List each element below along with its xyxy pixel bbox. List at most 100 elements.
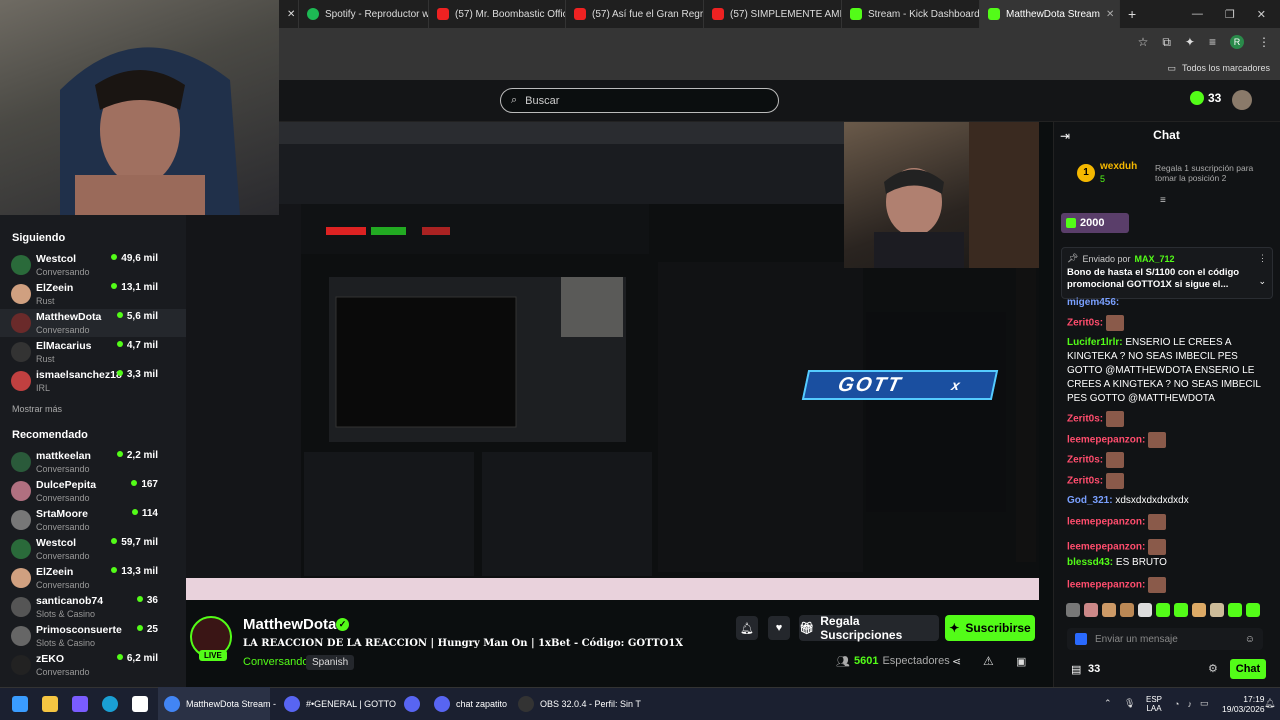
emote-icon[interactable] xyxy=(1192,603,1206,617)
sidebar-channel-westcol[interactable]: Westcol Conversando 59,7 mil xyxy=(0,535,186,563)
close-icon[interactable]: ✕ xyxy=(1106,9,1114,20)
sidebar-channel-primosconsuerte[interactable]: Primosconsuerte Slots & Casino 25 xyxy=(0,622,186,650)
sidebar-channel-dulcepepita[interactable]: DulcePepita Conversando 167 xyxy=(0,477,186,505)
pinned-message[interactable]: 📌︎ Enviado por MAX_712 ⋮ Bono de hasta e… xyxy=(1061,247,1273,299)
chevron-down-icon[interactable]: ⌄ xyxy=(1258,276,1266,287)
profile-card-icon[interactable]: ▣ xyxy=(1016,655,1026,668)
media-icon[interactable]: ≡ xyxy=(1209,35,1216,49)
menu-icon[interactable]: ⋮ xyxy=(1258,35,1270,49)
chat-username[interactable]: Zerit0s: xyxy=(1067,476,1103,487)
all-bookmarks-link[interactable]: Todos los marcadores xyxy=(1182,63,1270,73)
heart-icon[interactable]: ♥ xyxy=(768,616,790,640)
channel-category: Conversando xyxy=(36,580,90,590)
user-avatar[interactable] xyxy=(1232,90,1252,110)
share-icon[interactable]: ⋖ xyxy=(952,655,961,668)
chat-username[interactable]: leemepepanzon: xyxy=(1067,542,1145,553)
file-explorer-icon[interactable] xyxy=(36,687,64,720)
gift-subscriptions-button[interactable]: 🎁︎ Regala Suscripciones xyxy=(799,614,939,642)
tab-youtube-1[interactable]: (57) Mr. Boombastic Offic xyxy=(429,0,566,28)
emote-icon[interactable] xyxy=(1246,603,1260,617)
channel-name[interactable]: MatthewDota xyxy=(243,616,336,633)
star-icon[interactable]: ☆ xyxy=(1138,35,1149,49)
store-icon[interactable] xyxy=(126,687,154,720)
language-indicator[interactable]: ESP LAA xyxy=(1140,687,1168,720)
emote-icon[interactable] xyxy=(1228,603,1242,617)
chat-username[interactable]: Lucifer1lrlr: xyxy=(1067,337,1123,348)
chat-username[interactable]: migem456: xyxy=(1067,297,1119,308)
top-gifter-name[interactable]: wexduh xyxy=(1100,161,1137,172)
taskbar-app-3[interactable]: chat zapatito xyxy=(428,687,513,720)
search-input[interactable]: ⌕ Buscar xyxy=(500,88,779,113)
top-gift-hint: Regala 1 suscripción para tomar la posic… xyxy=(1155,163,1254,183)
sidebar-channel-westcol[interactable]: Westcol Conversando 49,6 mil xyxy=(0,251,186,279)
copilot-icon[interactable] xyxy=(66,687,94,720)
maximize-icon[interactable]: ❐ xyxy=(1225,8,1235,21)
kicks-pill[interactable]: 2000 xyxy=(1061,213,1129,233)
sidebar-channel-ismaelsanchez18[interactable]: ismaelsanchez18 IRL 3,3 mil xyxy=(0,367,186,395)
emote-icon[interactable] xyxy=(1156,603,1170,617)
tab-kick-dashboard[interactable]: Stream - Kick Dashboard xyxy=(842,0,980,28)
bell-icon[interactable]: 🔔︎ xyxy=(736,616,758,640)
language-tag[interactable]: Spanish xyxy=(306,655,355,670)
sidebar-channel-santicanob74[interactable]: santicanob74 Slots & Casino 36 xyxy=(0,593,186,621)
close-window-icon[interactable]: ✕ xyxy=(1257,8,1266,21)
emoji-icon[interactable]: ☺ xyxy=(1245,634,1255,645)
emote-icon[interactable] xyxy=(1174,603,1188,617)
emote-icon[interactable] xyxy=(1102,603,1116,617)
stream-category[interactable]: Conversando xyxy=(243,656,308,668)
chat-username[interactable]: Zerit0s: xyxy=(1067,455,1103,466)
more-icon[interactable]: ⋮ xyxy=(1258,253,1267,264)
chat-username[interactable]: Zerit0s: xyxy=(1067,318,1103,329)
taskbar-app-0[interactable]: MatthewDota Stream - xyxy=(158,687,276,720)
tab-matthewdota-stream[interactable]: MatthewDota Stream ✕ xyxy=(980,0,1120,28)
emote-icon[interactable] xyxy=(1084,603,1098,617)
taskbar-app-2[interactable] xyxy=(398,687,432,720)
show-more-link[interactable]: Mostrar más xyxy=(12,404,62,414)
chat-username[interactable]: God_321: xyxy=(1067,495,1113,506)
new-tab-button[interactable]: + xyxy=(1120,0,1148,28)
channel-viewers: 13,1 mil xyxy=(111,282,158,293)
profile-icon[interactable]: R xyxy=(1230,35,1244,49)
report-icon[interactable]: ⚠ xyxy=(983,654,994,668)
tab-youtube-2[interactable]: (57) Así fue el Gran Regre xyxy=(566,0,704,28)
emote-icon[interactable] xyxy=(1138,603,1152,617)
chat-username[interactable]: Zerit0s: xyxy=(1067,414,1103,425)
notification-bell-icon[interactable]: 🔔︎ xyxy=(1258,687,1280,720)
sidebar-channel-elmacarius[interactable]: ElMacarius Rust 4,7 mil xyxy=(0,338,186,366)
screenshot-icon[interactable]: ⧉ xyxy=(1162,35,1171,50)
sidebar-channel-elzeein[interactable]: ElZeein Conversando 13,3 mil xyxy=(0,564,186,592)
chat-username[interactable]: leemepepanzon: xyxy=(1067,435,1145,446)
sidebar-channel-mattkeelan[interactable]: mattkeelan Conversando 2,2 mil xyxy=(0,448,186,476)
tab-spotify[interactable]: Spotify - Reproductor we xyxy=(299,0,429,28)
tray-icons[interactable]: ◔ ♪ ▭ xyxy=(1168,687,1214,720)
mic-icon[interactable]: 🎙︎ xyxy=(1118,687,1141,720)
chat-input[interactable]: Enviar un mensaje ☺ xyxy=(1067,628,1263,650)
subscribe-button[interactable]: ✦ Suscribirse xyxy=(945,615,1035,641)
emote-icon[interactable] xyxy=(1120,603,1134,617)
emote-icon[interactable] xyxy=(1210,603,1224,617)
spotify-icon xyxy=(307,8,319,20)
emote-icon[interactable] xyxy=(1066,603,1080,617)
chat-username[interactable]: blessd43: xyxy=(1067,557,1113,568)
tab-youtube-3[interactable]: (57) SIMPLEMENTE AMIG xyxy=(704,0,842,28)
taskbar-app-4[interactable]: OBS 32.0.4 - Perfil: Sin T xyxy=(512,687,647,720)
sidebar-channel-matthewdota[interactable]: MatthewDota Conversando 5,6 mil xyxy=(0,309,186,337)
sidebar-channel-srtamoore[interactable]: SrtaMoore Conversando 114 xyxy=(0,506,186,534)
chat-username[interactable]: leemepepanzon: xyxy=(1067,517,1145,528)
settings-gear-icon[interactable]: ⚙ xyxy=(1208,662,1218,675)
tray-chevron-icon[interactable]: ⌃ xyxy=(1098,687,1118,720)
sidebar-channel-zeko[interactable]: zEKO Conversando 6,2 mil xyxy=(0,651,186,679)
send-chat-button[interactable]: Chat xyxy=(1230,659,1266,679)
sidebar-channel-elzeein[interactable]: ElZeein Rust 13,1 mil xyxy=(0,280,186,308)
chat-username[interactable]: leemepepanzon: xyxy=(1067,580,1145,591)
points-icon[interactable]: ▤ xyxy=(1071,663,1081,676)
edge-icon[interactable] xyxy=(96,687,124,720)
kick-coins[interactable]: 33 xyxy=(1190,91,1221,105)
expand-icon[interactable]: ≡ xyxy=(1160,195,1166,206)
tab-close-icon[interactable]: ✕ xyxy=(279,0,299,28)
minimize-icon[interactable]: — xyxy=(1192,8,1203,21)
windows-start-icon[interactable] xyxy=(6,687,34,720)
extensions-icon[interactable]: ✦ xyxy=(1185,35,1195,49)
pinned-user[interactable]: MAX_712 xyxy=(1134,254,1174,264)
taskbar-app-1[interactable]: #•GENERAL | GOTTO xyxy=(278,687,402,720)
